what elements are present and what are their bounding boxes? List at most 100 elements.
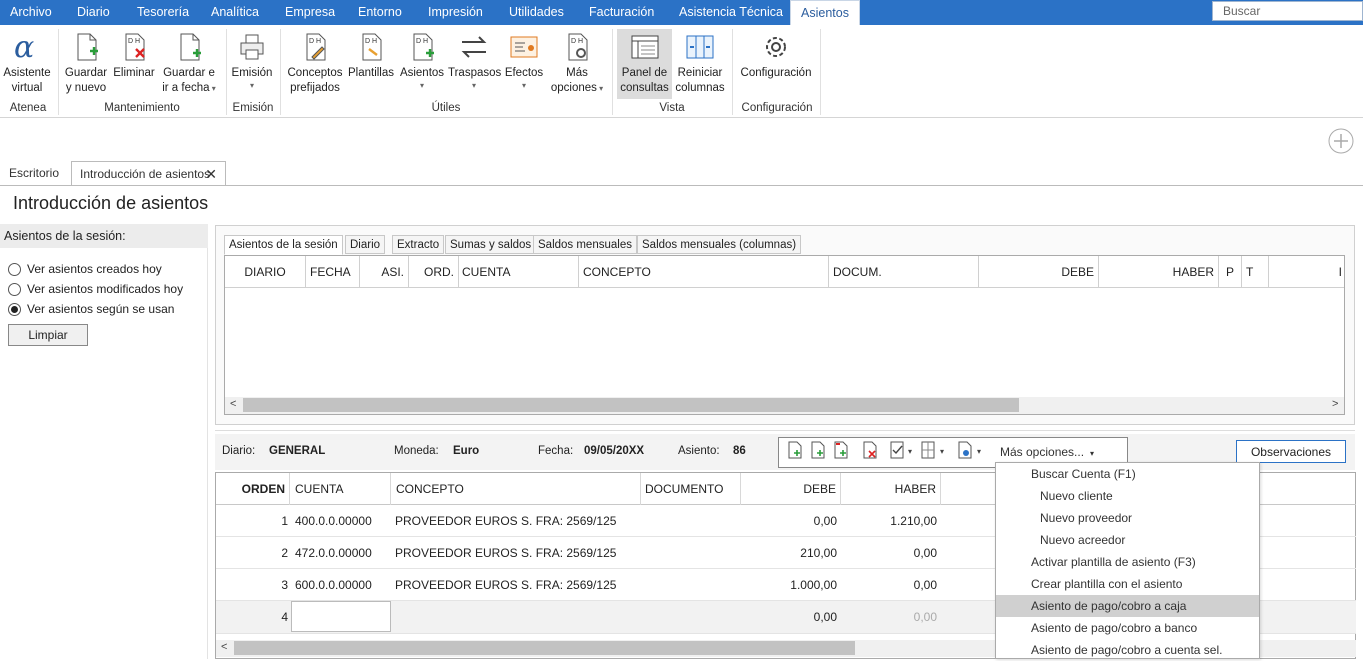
table-row-concepto[interactable]: PROVEEDOR EUROS S. FRA: 2569/125 bbox=[395, 569, 616, 601]
tab-extracto[interactable]: Extracto bbox=[392, 235, 445, 254]
col-header-haber[interactable]: HABER bbox=[841, 473, 941, 505]
col-header-p[interactable]: P bbox=[1219, 256, 1242, 288]
menu-item-pago-caja[interactable]: Asiento de pago/cobro a caja bbox=[996, 595, 1259, 617]
menu-tab-facturacion[interactable]: Facturación bbox=[589, 0, 654, 25]
chevron-down-icon[interactable]: ▾ bbox=[908, 447, 912, 456]
menu-tab-entorno[interactable]: Entorno bbox=[358, 0, 402, 25]
scroll-right-icon[interactable]: > bbox=[1332, 398, 1338, 410]
table-row-debe[interactable]: 0,00 bbox=[741, 601, 837, 633]
cuenta-input[interactable] bbox=[291, 601, 391, 632]
menu-tab-empresa[interactable]: Empresa bbox=[285, 0, 335, 25]
plantillas-button[interactable]: D H Plantillas bbox=[346, 29, 396, 81]
mas-opciones-ribbon-button[interactable]: D H Más opciones ▾ bbox=[548, 29, 606, 96]
tab-saldos-mensuales-columnas[interactable]: Saldos mensuales (columnas) bbox=[637, 235, 802, 254]
table-row-haber[interactable]: 0,00 bbox=[841, 569, 937, 601]
table-row-cuenta[interactable]: 400.0.0.00000 bbox=[295, 505, 372, 537]
menu-tab-utilidades[interactable]: Utilidades bbox=[509, 0, 564, 25]
col-header-ord[interactable]: ORD. bbox=[409, 256, 459, 288]
radio-modificados-hoy[interactable] bbox=[8, 283, 21, 296]
col-header-concepto[interactable]: CONCEPTO bbox=[391, 473, 641, 505]
tab-sumas-saldos[interactable]: Sumas y saldos bbox=[445, 235, 537, 254]
guardar-nuevo-button[interactable]: Guardar y nuevo bbox=[62, 29, 110, 96]
menu-tab-diario[interactable]: Diario bbox=[77, 0, 110, 25]
col-header-i[interactable]: I bbox=[1269, 256, 1344, 288]
add-circle-icon[interactable] bbox=[1327, 127, 1355, 155]
table-row-concepto[interactable]: PROVEEDOR EUROS S. FRA: 2569/125 bbox=[395, 537, 616, 569]
col-header-docum[interactable]: DOCUM. bbox=[829, 256, 979, 288]
menu-item-nuevo-acreedor[interactable]: Nuevo acreedor bbox=[996, 529, 1259, 551]
menu-item-crear-plantilla[interactable]: Crear plantilla con el asiento bbox=[996, 573, 1259, 595]
chevron-down-icon[interactable]: ▾ bbox=[940, 447, 944, 456]
diario-value: GENERAL bbox=[269, 445, 326, 457]
guardar-fecha-button[interactable]: Guardar e ir a fecha ▾ bbox=[160, 29, 218, 96]
observaciones-button[interactable]: Observaciones bbox=[1236, 440, 1346, 463]
menu-item-pago-banco[interactable]: Asiento de pago/cobro a banco bbox=[996, 617, 1259, 639]
scroll-thumb[interactable] bbox=[243, 398, 1019, 412]
table-row-haber[interactable]: 1.210,00 bbox=[841, 505, 937, 537]
menu-tab-asistencia[interactable]: Asistencia Técnica bbox=[679, 0, 783, 25]
menu-item-activar-plantilla[interactable]: Activar plantilla de asiento (F3) bbox=[996, 551, 1259, 573]
table-row-debe[interactable]: 0,00 bbox=[741, 505, 837, 537]
radio-creados-hoy[interactable] bbox=[8, 263, 21, 276]
add-red-line-icon[interactable] bbox=[834, 441, 848, 459]
chevron-down-icon: ▾ bbox=[249, 81, 254, 90]
insert-line-icon[interactable] bbox=[811, 441, 825, 459]
col-header-diario[interactable]: DIARIO bbox=[225, 256, 306, 288]
col-header-cuenta[interactable]: CUENTA bbox=[290, 473, 391, 505]
tab-diario[interactable]: Diario bbox=[345, 235, 386, 254]
scroll-thumb[interactable] bbox=[234, 641, 855, 655]
col-header-cuenta[interactable]: CUENTA bbox=[459, 256, 579, 288]
tab-saldos-mensuales[interactable]: Saldos mensuales bbox=[533, 235, 637, 254]
col-header-t[interactable]: T bbox=[1242, 256, 1269, 288]
menu-tab-impresion[interactable]: Impresión bbox=[428, 0, 483, 25]
eliminar-button[interactable]: D H Eliminar bbox=[112, 29, 156, 81]
check-doc-icon[interactable] bbox=[890, 441, 904, 459]
col-header-fecha[interactable]: FECHA bbox=[306, 256, 360, 288]
traspasos-button[interactable]: Traspasos ▾ bbox=[448, 29, 501, 91]
split-doc-icon[interactable] bbox=[921, 441, 935, 459]
asistente-virtual-button[interactable]: α Asistente virtual bbox=[2, 29, 52, 96]
conceptos-prefijados-button[interactable]: D H Conceptos prefijados bbox=[284, 29, 346, 96]
tab-escritorio[interactable]: Escritorio bbox=[1, 161, 67, 186]
col-header-orden[interactable]: ORDEN bbox=[216, 473, 290, 505]
table-row-haber[interactable]: 0,00 bbox=[841, 537, 937, 569]
asientos-button[interactable]: D H Asientos ▾ bbox=[398, 29, 446, 91]
limpiar-button[interactable]: Limpiar bbox=[8, 324, 88, 346]
table-row-cuenta[interactable]: 600.0.0.00000 bbox=[295, 569, 372, 601]
tab-introduccion-asientos[interactable]: Introducción de asientos ✕ bbox=[71, 161, 226, 186]
col-header-haber[interactable]: HABER bbox=[1099, 256, 1219, 288]
close-icon[interactable]: ✕ bbox=[205, 162, 217, 186]
col-header-debe[interactable]: DEBE bbox=[741, 473, 841, 505]
col-header-debe[interactable]: DEBE bbox=[979, 256, 1099, 288]
table-row-debe[interactable]: 210,00 bbox=[741, 537, 837, 569]
chevron-down-icon[interactable]: ▾ bbox=[977, 447, 981, 456]
radio-segun-se-usan[interactable] bbox=[8, 303, 21, 316]
col-header-asi[interactable]: ASI. bbox=[360, 256, 409, 288]
new-line-icon[interactable] bbox=[788, 441, 802, 459]
doc-blue-icon[interactable] bbox=[958, 441, 972, 459]
scroll-left-icon[interactable]: < bbox=[221, 641, 227, 653]
emision-button[interactable]: Emisión ▾ bbox=[230, 29, 274, 91]
table-row-concepto[interactable]: PROVEEDOR EUROS S. FRA: 2569/125 bbox=[395, 505, 616, 537]
table-row-haber[interactable]: 0,00 bbox=[841, 601, 937, 633]
menu-tab-archivo[interactable]: Archivo bbox=[10, 0, 52, 25]
menu-item-buscar-cuenta[interactable]: Buscar Cuenta (F1) bbox=[996, 463, 1259, 485]
menu-item-pago-cuenta-sel[interactable]: Asiento de pago/cobro a cuenta sel. bbox=[996, 639, 1259, 661]
menu-tab-analitica[interactable]: Analítica bbox=[211, 0, 259, 25]
menu-tab-tesoreria[interactable]: Tesorería bbox=[137, 0, 189, 25]
col-header-documento[interactable]: DOCUMENTO bbox=[641, 473, 741, 505]
menu-tab-asientos[interactable]: Asientos bbox=[790, 0, 860, 26]
col-header-concepto[interactable]: CONCEPTO bbox=[579, 256, 829, 288]
table-row-debe[interactable]: 1.000,00 bbox=[741, 569, 837, 601]
efectos-button[interactable]: Efectos ▾ bbox=[502, 29, 546, 91]
tab-asientos-sesion[interactable]: Asientos de la sesión bbox=[224, 235, 343, 255]
menu-item-nuevo-cliente[interactable]: Nuevo cliente bbox=[996, 485, 1259, 507]
search-input[interactable]: Buscar bbox=[1212, 1, 1363, 21]
menu-item-nuevo-proveedor[interactable]: Nuevo proveedor bbox=[996, 507, 1259, 529]
delete-line-icon[interactable] bbox=[863, 441, 877, 459]
table-row-cuenta[interactable]: 472.0.0.00000 bbox=[295, 537, 372, 569]
reiniciar-columnas-button[interactable]: Reiniciar columnas bbox=[674, 29, 726, 96]
scroll-left-icon[interactable]: < bbox=[230, 398, 236, 410]
panel-consultas-button[interactable]: Panel de consultas bbox=[617, 29, 672, 99]
configuracion-button[interactable]: Configuración bbox=[736, 29, 816, 81]
